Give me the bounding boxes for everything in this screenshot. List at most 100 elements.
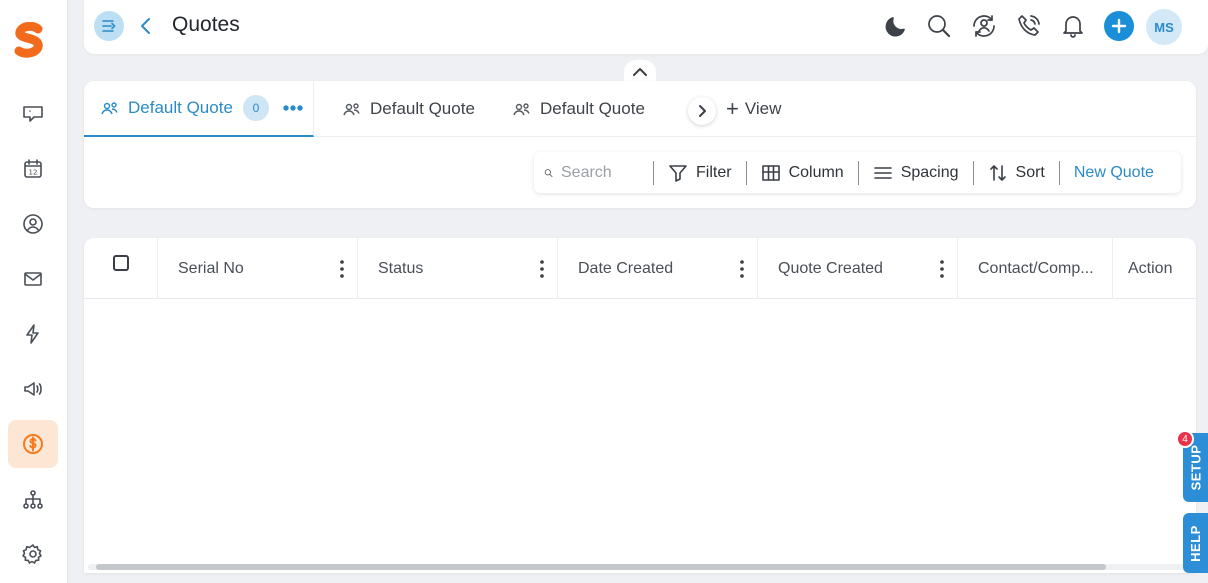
tabs-scroll-right-button[interactable] [688,97,716,125]
column-header-contact-company[interactable]: Contact/Comp... [958,238,1113,299]
search-input[interactable] [561,163,639,182]
tab-default-quote-1[interactable]: Default Quote 0 [84,81,314,137]
scrollbar-thumb[interactable] [96,564,1106,570]
search-box [534,160,654,185]
help-label: HELP [1188,524,1204,562]
select-all-column [84,238,158,299]
dollar-icon [23,434,43,454]
columns-icon [761,164,780,181]
page-title: Quotes [172,13,240,36]
back-chevron-icon [141,18,150,34]
users-icon [101,102,118,115]
select-all-checkbox[interactable] [113,255,129,271]
column-header-label: Date Created [578,259,674,277]
chevron-right-icon [699,105,706,117]
column-menu-button[interactable] [327,259,357,278]
moon-icon [885,17,905,37]
sidebar-item-mail[interactable] [8,255,58,303]
user-circle-icon [23,214,43,234]
sidebar-item-quotes[interactable] [8,420,58,468]
org-chart-icon [23,490,43,509]
sidebar-item-conversations[interactable] [8,90,58,138]
tab-label: Default Quote [540,99,645,118]
column-header-label: Contact/Comp... [978,259,1094,277]
table-toolbar: Filter Column Spacing Sort New Quote [534,152,1181,193]
sort-label: Sort [1015,163,1045,181]
filter-button[interactable]: Filter [654,160,747,185]
sidebar-item-settings[interactable] [8,530,58,578]
filter-icon [669,164,687,182]
add-view-label: View [744,99,782,118]
global-search-button[interactable] [924,11,954,41]
column-header-quote-created[interactable]: Quote Created [758,238,958,299]
setup-label: SETUP [1188,444,1203,491]
megaphone-icon [24,382,42,396]
more-vertical-icon [340,259,344,278]
column-header-label: Status [378,259,424,277]
lightning-icon [26,324,39,344]
spacing-button[interactable]: Spacing [859,160,974,185]
help-tab[interactable]: HELP [1183,513,1208,573]
spacing-icon [873,166,892,179]
sort-button[interactable]: Sort [974,160,1060,185]
column-menu-button[interactable] [527,259,557,278]
column-header-action: Action [1113,238,1196,299]
calendar-icon: 12 [24,159,42,178]
column-label: Column [788,163,844,181]
column-header-label: Quote Created [778,259,883,277]
gear-icon [22,544,42,564]
quick-add-button[interactable] [1104,11,1134,41]
new-quote-button[interactable]: New Quote [1060,161,1168,185]
filter-label: Filter [696,163,732,181]
more-vertical-icon [740,259,744,278]
sidebar-item-calendar[interactable]: 12 [8,145,58,193]
column-header-label: Action [1128,259,1173,277]
add-view-button[interactable]: + View [726,81,781,137]
phone-call-icon [1018,15,1040,36]
sidebar-item-contacts[interactable] [8,200,58,248]
menu-toggle-icon [102,20,116,32]
notifications-button[interactable] [1058,11,1088,41]
column-header-serial-no[interactable]: Serial No [158,238,358,299]
column-header-status[interactable]: Status [358,238,558,299]
column-menu-button[interactable] [727,259,757,278]
view-tabs: Default Quote 0 Default Quote Default Qu… [84,81,1196,137]
chat-icon [23,106,43,122]
tab-label: Default Quote [370,99,475,118]
column-button[interactable]: Column [747,160,859,185]
sidebar: 12 [0,0,68,583]
switch-account-button[interactable] [969,11,999,41]
search-icon [928,15,951,38]
more-vertical-icon [940,259,944,278]
table-header: Serial No Status Date Created Quote Crea… [84,238,1196,299]
more-vertical-icon [540,259,544,278]
bell-icon [1063,16,1083,38]
column-menu-button[interactable] [927,259,957,278]
tab-options-button[interactable] [283,98,303,118]
users-icon [343,103,360,116]
horizontal-scrollbar[interactable] [88,564,1192,570]
quotes-table: Serial No Status Date Created Quote Crea… [84,238,1196,573]
sidebar-item-automation[interactable] [8,310,58,358]
app-logo[interactable] [12,21,46,58]
menu-toggle-button[interactable] [94,11,124,41]
user-avatar[interactable]: MS [1146,9,1182,45]
sidebar-item-marketing[interactable] [8,365,58,413]
tab-default-quote-3[interactable]: Default Quote [512,81,645,137]
column-header-label: Serial No [178,259,244,277]
dark-mode-toggle[interactable] [881,11,911,41]
search-icon [544,168,553,177]
plus-icon [1111,18,1127,34]
tab-default-quote-2[interactable]: Default Quote [342,81,475,137]
chevron-up-icon [633,68,647,76]
calls-button[interactable] [1014,11,1044,41]
back-button[interactable] [138,14,154,38]
column-header-date-created[interactable]: Date Created [558,238,758,299]
mail-icon [24,272,42,286]
sort-icon [989,164,1006,181]
spacing-label: Spacing [900,163,959,181]
views-panel: Default Quote 0 Default Quote Default Qu… [84,81,1196,208]
refresh-user-icon [973,15,995,37]
top-header: Quotes MS [84,0,1208,54]
sidebar-item-workflows[interactable] [8,476,58,524]
